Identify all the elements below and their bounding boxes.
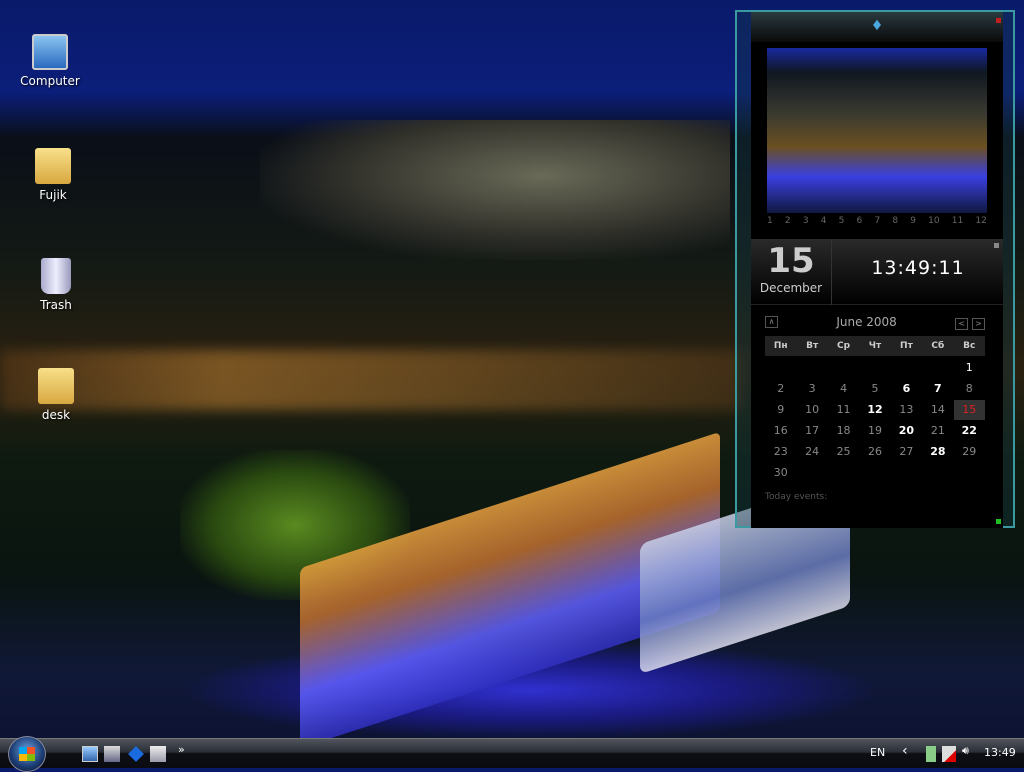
switch-windows-icon[interactable] [150, 746, 166, 762]
calendar-day[interactable]: 2 [765, 382, 796, 395]
show-desktop-icon[interactable] [82, 746, 98, 762]
calendar-day[interactable]: 20 [891, 424, 922, 437]
month-calendar: ∧ June 2008 < > ПнВтСрЧтПтСбВс 123456789… [765, 312, 985, 483]
calendar-clock-gadget[interactable]: ♦ 123456789101112 15 December 13:49:11 ∧… [735, 10, 1015, 528]
calendar-day[interactable]: 12 [859, 403, 890, 416]
volume-icon[interactable]: 🔊︎ [962, 744, 969, 758]
calendar-day[interactable]: 10 [796, 403, 827, 416]
close-indicator[interactable] [996, 18, 1001, 23]
desktop-icon-fujik[interactable]: Fujik [13, 148, 93, 202]
photo-page-link[interactable]: 1 [767, 216, 773, 226]
calendar-day-today[interactable]: 15 [954, 400, 985, 420]
calendar-day[interactable]: 9 [765, 403, 796, 416]
calendar-day[interactable]: 6 [891, 382, 922, 395]
calendar-day[interactable]: 3 [796, 382, 827, 395]
digital-clock: 13:49:11 [833, 257, 1003, 279]
collapse-button[interactable]: ∧ [765, 316, 778, 328]
photo-page-link[interactable]: 3 [803, 216, 809, 226]
photo-page-link[interactable]: 2 [785, 216, 791, 226]
recycle-bin-icon [41, 258, 71, 294]
next-month-button[interactable]: > [972, 318, 985, 330]
date-clock-panel: 15 December 13:49:11 [751, 239, 1003, 305]
photo-slideshow[interactable] [767, 48, 987, 213]
calendar-day[interactable]: 13 [891, 403, 922, 416]
calendar-day[interactable]: 27 [891, 445, 922, 458]
network-disconnected-icon[interactable] [942, 746, 956, 762]
calendar-day[interactable]: 25 [828, 445, 859, 458]
calendar-day[interactable]: 26 [859, 445, 890, 458]
weekday-header: ПнВтСрЧтПтСбВс [765, 336, 985, 356]
calendar-day[interactable]: 8 [954, 382, 985, 395]
weekday-label: Пн [765, 341, 796, 351]
photo-page-link[interactable]: 5 [839, 216, 845, 226]
calendar-day[interactable]: 30 [765, 466, 796, 479]
calendar-day[interactable]: 18 [828, 424, 859, 437]
photo-page-numbers: 123456789101112 [767, 216, 987, 226]
show-hidden-icons-button[interactable]: ‹ [902, 743, 908, 759]
start-button[interactable] [8, 736, 46, 772]
photo-page-link[interactable]: 7 [874, 216, 880, 226]
status-indicator [996, 519, 1001, 524]
drop-icon: ♦ [751, 12, 1003, 42]
calendar-day[interactable]: 5 [859, 382, 890, 395]
photo-page-link[interactable]: 4 [821, 216, 827, 226]
language-indicator[interactable]: EN [870, 746, 885, 759]
computer-icon[interactable] [104, 746, 120, 762]
day-grid: 1234567891011121314151617181920212223242… [765, 357, 985, 483]
calendar-day[interactable]: 14 [922, 403, 953, 416]
photo-page-link[interactable]: 12 [975, 216, 986, 226]
weekday-label: Вс [954, 341, 985, 351]
photo-page-link[interactable]: 8 [892, 216, 898, 226]
calendar-day[interactable]: 11 [828, 403, 859, 416]
settings-indicator[interactable] [994, 243, 999, 248]
weekday-label: Вт [796, 341, 827, 351]
taskbar: » EN ‹ 🔊︎ 13:49 [0, 738, 1024, 768]
calendar-day[interactable]: 21 [922, 424, 953, 437]
photo-page-link[interactable]: 10 [928, 216, 939, 226]
photo-page-link[interactable]: 6 [857, 216, 863, 226]
weekday-label: Пт [891, 341, 922, 351]
calendar-day[interactable]: 29 [954, 445, 985, 458]
prev-month-button[interactable]: < [955, 318, 968, 330]
windows-logo-icon [19, 747, 35, 761]
calendar-day[interactable]: 17 [796, 424, 827, 437]
calendar-day[interactable]: 16 [765, 424, 796, 437]
computer-icon [32, 34, 68, 70]
calendar-day[interactable]: 1 [954, 361, 985, 374]
calendar-day[interactable]: 4 [828, 382, 859, 395]
weekday-label: Чт [859, 341, 890, 351]
quicklaunch-more-button[interactable]: » [178, 743, 185, 756]
photo-page-link[interactable]: 11 [952, 216, 963, 226]
calendar-day[interactable]: 19 [859, 424, 890, 437]
date-day: 15 [751, 241, 831, 281]
calendar-title: June 2008 [836, 315, 897, 329]
calendar-day[interactable]: 22 [954, 424, 985, 437]
calendar-day[interactable]: 23 [765, 445, 796, 458]
taskbar-clock[interactable]: 13:49 [984, 746, 1016, 759]
weekday-label: Сб [922, 341, 953, 351]
desktop-icon-computer[interactable]: Computer [10, 34, 90, 88]
calendar-day[interactable]: 24 [796, 445, 827, 458]
desktop-icon-desk[interactable]: desk [16, 368, 96, 422]
diamond-app-icon[interactable] [128, 746, 144, 762]
desktop-icon-trash[interactable]: Trash [16, 258, 96, 312]
today-events-label: Today events: [765, 492, 827, 502]
weekday-label: Ср [828, 341, 859, 351]
power-icon[interactable] [926, 746, 936, 762]
folder-icon [35, 148, 71, 184]
calendar-day[interactable]: 28 [922, 445, 953, 458]
date-month: December [751, 281, 831, 295]
calendar-day[interactable]: 7 [922, 382, 953, 395]
folder-icon [38, 368, 74, 404]
photo-page-link[interactable]: 9 [910, 216, 916, 226]
